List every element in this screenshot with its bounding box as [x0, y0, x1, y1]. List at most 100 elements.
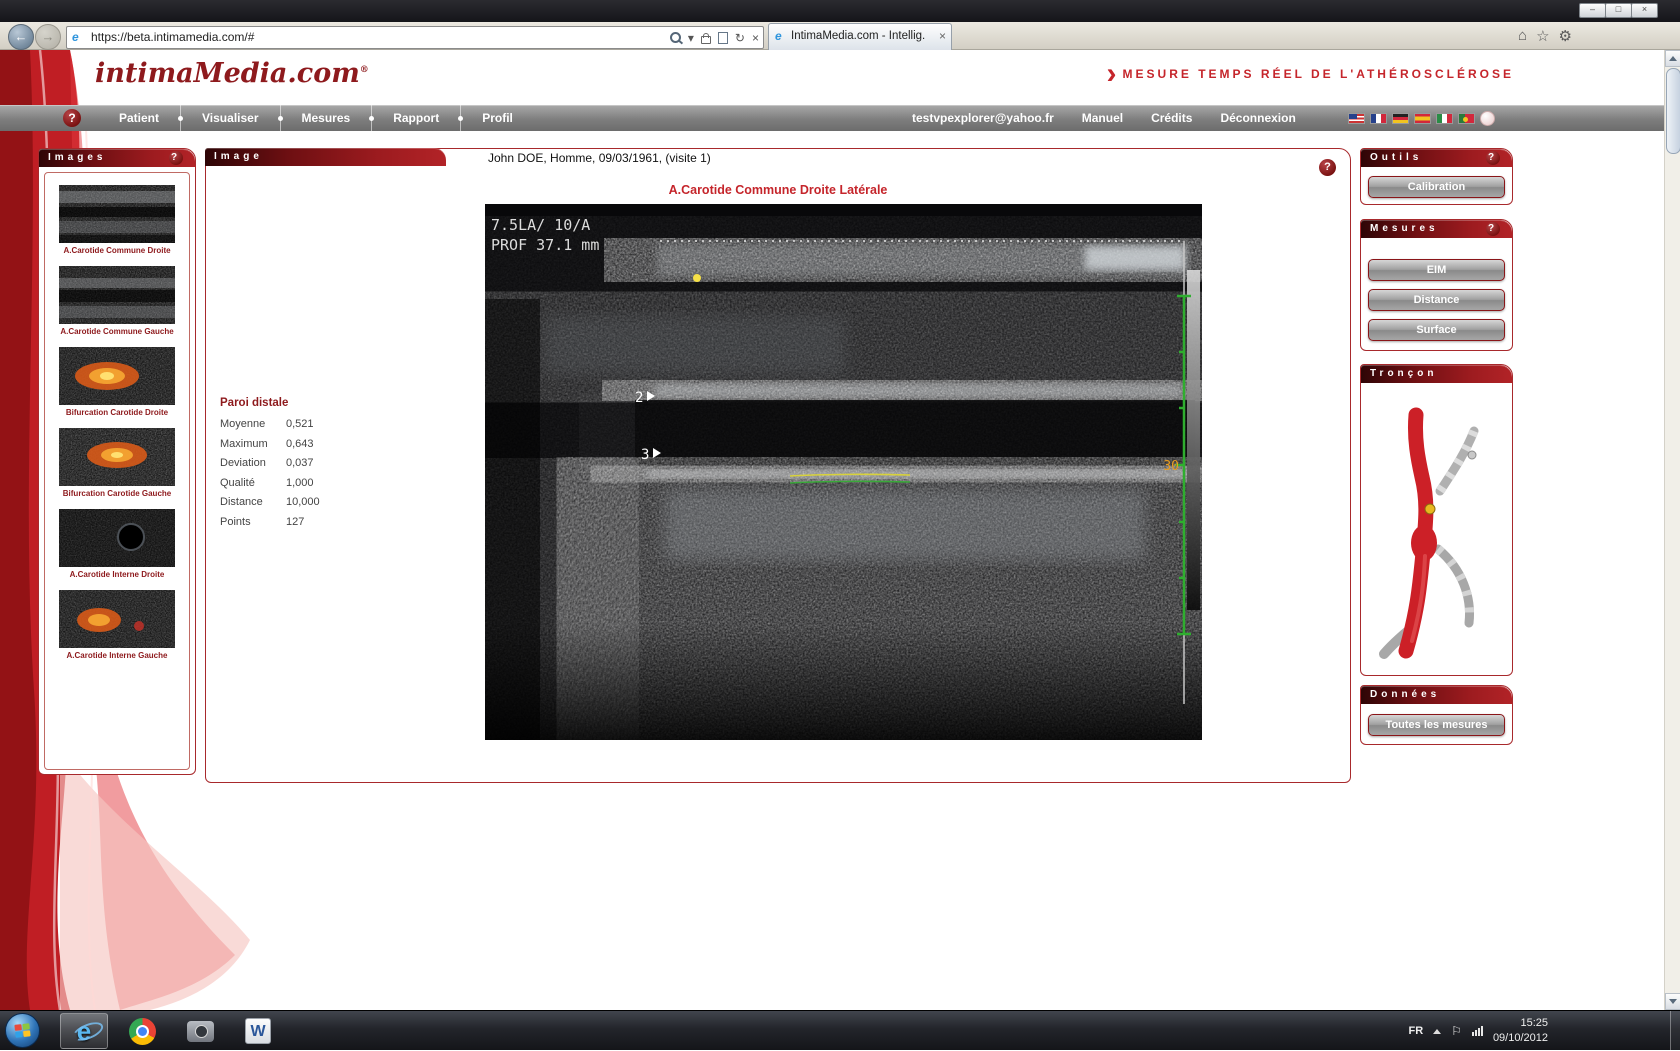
scroll-up-button[interactable] — [1665, 50, 1680, 67]
clock-date: 09/10/2012 — [1493, 1031, 1548, 1046]
window-close-button[interactable]: × — [1631, 3, 1658, 18]
image-panel-header: Image — [205, 148, 446, 166]
thumbnail-caption: A.Carotide Interne Gauche — [59, 651, 175, 660]
measurement-label: Qualité — [220, 477, 255, 489]
flag-pt-icon[interactable] — [1458, 113, 1475, 124]
back-button[interactable]: ← — [8, 24, 34, 50]
images-panel-header: Images ? — [39, 149, 195, 167]
favorites-star-icon[interactable]: ☆ — [1536, 27, 1549, 45]
taskbar-word-button[interactable]: W — [234, 1013, 282, 1049]
nav-item-visualiser[interactable]: Visualiser — [180, 105, 279, 131]
nav-item-patient[interactable]: Patient — [98, 105, 180, 131]
measures-help-icon[interactable]: ? — [1486, 222, 1500, 236]
thumbnail-bifurcation-droite[interactable]: Bifurcation Carotide Droite — [59, 347, 175, 417]
tab-title: IntimaMedia.com - Intellig... — [791, 30, 926, 42]
thumbnail-carotide-commune-gauche[interactable]: A.Carotide Commune Gauche — [59, 266, 175, 336]
browser-tab[interactable]: e IntimaMedia.com - Intellig... × — [768, 23, 952, 50]
system-tray: FR ⚐ 15:25 09/10/2012 — [1409, 1011, 1549, 1051]
thumbnail-carotide-commune-droite[interactable]: A.Carotide Commune Droite — [59, 185, 175, 255]
address-dropdown-caret-icon[interactable]: ▾ — [688, 31, 694, 45]
page-favicon: e — [72, 30, 79, 44]
nav-link-deconnexion[interactable]: Déconnexion — [1220, 111, 1295, 125]
window-minimize-button[interactable]: – — [1579, 3, 1606, 18]
network-icon[interactable] — [1472, 1026, 1483, 1036]
flag-de-icon[interactable] — [1392, 113, 1409, 124]
start-button[interactable] — [5, 1013, 40, 1048]
thumbnail-caption: Bifurcation Carotide Gauche — [59, 489, 175, 498]
url-text[interactable]: https://beta.intimamedia.com/# — [91, 30, 254, 44]
thumbnail-image — [59, 509, 175, 567]
taskbar-chrome-button[interactable] — [118, 1013, 166, 1049]
flag-it-icon[interactable] — [1436, 113, 1453, 124]
taskbar-clock[interactable]: 15:25 09/10/2012 — [1493, 1016, 1548, 1046]
compatibility-view-icon[interactable] — [718, 32, 728, 44]
image-help-icon[interactable]: ? — [1319, 159, 1336, 176]
security-lock-icon — [701, 36, 711, 44]
nav-item-mesures[interactable]: Mesures — [280, 105, 372, 131]
site-logo[interactable]: intimaMedia.com® — [95, 58, 369, 89]
ultrasound-title: A.Carotide Commune Droite Latérale — [206, 183, 1350, 197]
tab-favicon-icon: e — [775, 29, 782, 43]
home-icon[interactable]: ⌂ — [1518, 27, 1527, 45]
nav-link-credits[interactable]: Crédits — [1151, 111, 1192, 125]
troncon-panel-header: Tronçon — [1361, 365, 1512, 383]
search-icon[interactable] — [670, 32, 681, 43]
flag-es-icon[interactable] — [1414, 113, 1431, 124]
ultrasound-image[interactable]: 30 7.5LA/ 10/A PROF 37.1 mm 2 3 — [485, 204, 1202, 740]
settings-gear-icon[interactable]: ⚙ — [1559, 27, 1572, 45]
thumbnail-image — [59, 266, 175, 324]
patient-info: John DOE, Homme, 09/03/1961, (visite 1) — [488, 151, 711, 165]
hidden-icons-arrow-icon[interactable] — [1433, 1029, 1441, 1034]
nav-link-manuel[interactable]: Manuel — [1082, 111, 1123, 125]
measurement-label: Deviation — [220, 457, 266, 469]
thumbnail-carotide-interne-droite[interactable]: A.Carotide Interne Droite — [59, 509, 175, 579]
taskbar-ie-button[interactable]: e — [60, 1013, 108, 1049]
address-bar[interactable]: e https://beta.intimamedia.com/# ▾ ↻ × — [66, 26, 764, 49]
tools-panel: Outils ? Calibration — [1360, 148, 1513, 205]
flag-fr-icon[interactable] — [1370, 113, 1387, 124]
refresh-icon[interactable]: ↻ — [735, 31, 745, 45]
stop-icon[interactable]: × — [752, 31, 759, 45]
all-measures-button[interactable]: Toutes les mesures — [1368, 714, 1505, 736]
tools-help-icon[interactable]: ? — [1486, 151, 1500, 165]
page-scrollbar[interactable] — [1664, 50, 1680, 1010]
eim-button[interactable]: EIM — [1368, 259, 1505, 281]
window-titlebar: – □ × — [0, 0, 1680, 22]
troncon-panel-title: Tronçon — [1370, 368, 1437, 379]
images-thumbnail-list: A.Carotide Commune Droite A.Carotide Com… — [44, 172, 190, 770]
surface-button[interactable]: Surface — [1368, 319, 1505, 341]
measurements-block: Paroi distale Moyenne0,521 Maximum0,643 … — [212, 397, 360, 536]
language-indicator[interactable]: FR — [1409, 1025, 1424, 1037]
calibration-button[interactable]: Calibration — [1368, 176, 1505, 198]
marker-3-label: 3 — [641, 447, 649, 463]
nav-help-icon[interactable]: ? — [63, 109, 81, 127]
flag-extra-icon[interactable] — [1480, 111, 1495, 126]
images-panel: Images ? A.Carotide Commune Droite — [38, 148, 196, 775]
images-help-icon[interactable]: ? — [169, 151, 183, 165]
tab-close-icon[interactable]: × — [939, 29, 946, 43]
ie-icon: e — [77, 1016, 91, 1047]
thumbnail-carotide-interne-gauche[interactable]: A.Carotide Interne Gauche — [59, 590, 175, 660]
scrollbar-thumb[interactable] — [1666, 68, 1680, 154]
measurement-value: 1,000 — [286, 477, 314, 489]
thumbnail-bifurcation-gauche[interactable]: Bifurcation Carotide Gauche — [59, 428, 175, 498]
measure-cursor-dot[interactable] — [693, 274, 701, 282]
nav-item-profil[interactable]: Profil — [460, 105, 534, 131]
scroll-down-button[interactable] — [1665, 993, 1680, 1010]
window-maximize-button[interactable]: □ — [1605, 3, 1632, 18]
measurement-value: 0,037 — [286, 457, 314, 469]
data-panel-title: Données — [1370, 689, 1440, 700]
thumbnail-image — [59, 428, 175, 486]
measurement-row: Maximum0,643 — [220, 438, 360, 458]
taskbar-capture-button[interactable] — [176, 1013, 224, 1049]
distance-button[interactable]: Distance — [1368, 289, 1505, 311]
tools-panel-title: Outils — [1370, 152, 1422, 163]
action-center-flag-icon[interactable]: ⚐ — [1451, 1024, 1462, 1038]
flag-us-icon[interactable] — [1348, 113, 1365, 124]
measurements-title: Paroi distale — [220, 397, 360, 409]
chrome-icon — [129, 1018, 156, 1045]
forward-button[interactable]: → — [35, 24, 61, 50]
show-desktop-button[interactable] — [1670, 1011, 1680, 1051]
carotid-artery-diagram[interactable] — [1372, 391, 1502, 671]
nav-item-rapport[interactable]: Rapport — [371, 105, 460, 131]
